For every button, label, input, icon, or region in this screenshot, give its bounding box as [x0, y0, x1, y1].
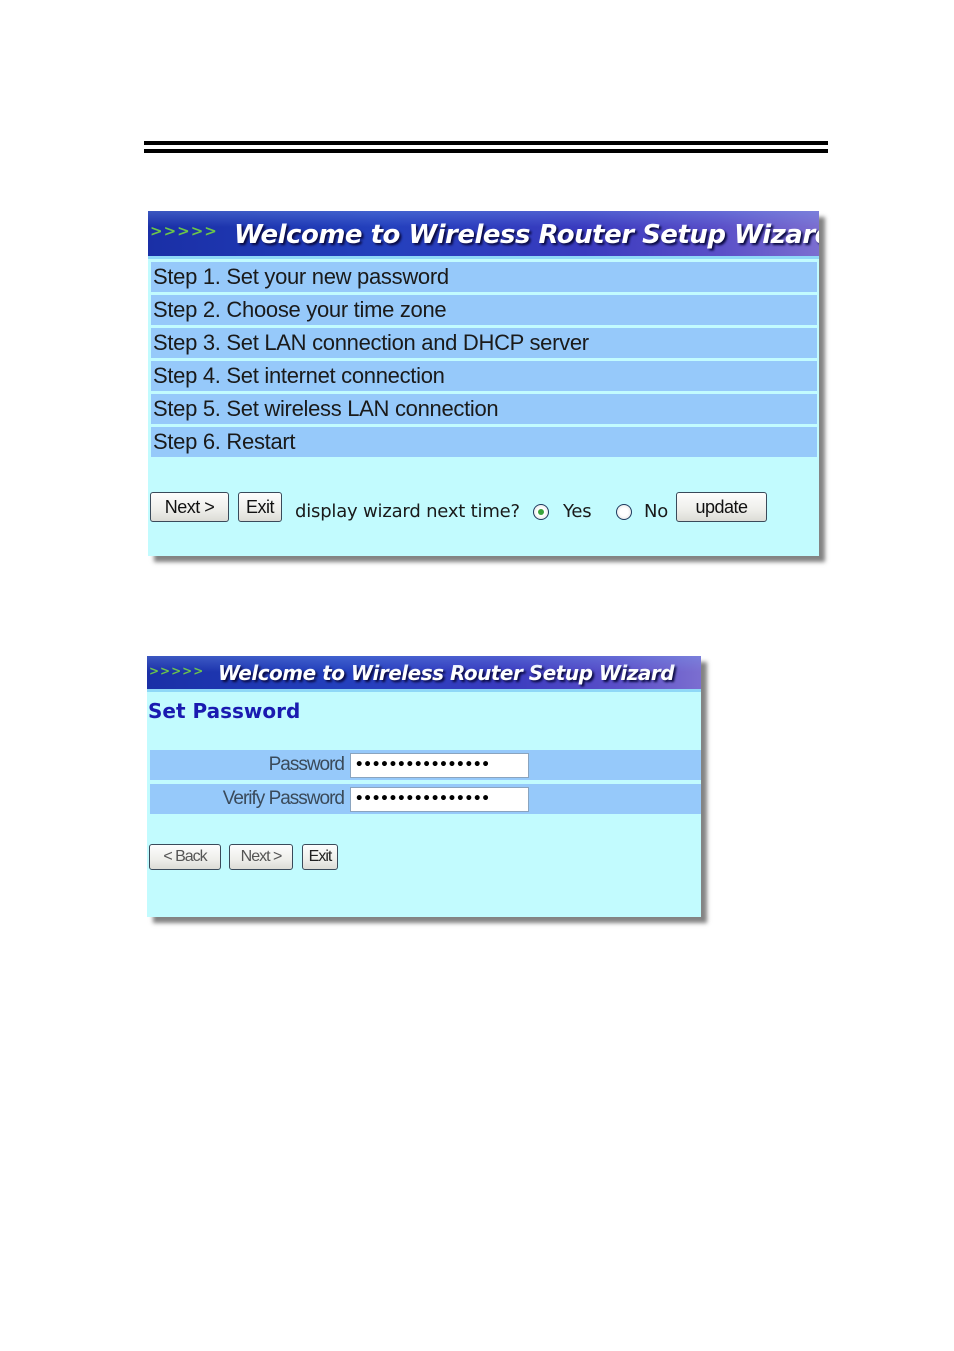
password-wizard-title: Welcome to Wireless Router Setup Wizard — [218, 661, 675, 685]
radio-no[interactable] — [616, 504, 632, 520]
wizard-header-banner: >>>>> Welcome to Wireless Router Setup W… — [148, 211, 819, 259]
chevrons-icon: >>>>> — [149, 664, 205, 678]
verify-password-input[interactable]: •••••••••••••••• — [350, 787, 529, 812]
chevrons-icon: >>>>> — [150, 222, 218, 240]
step-item-2: Step 2. Choose your time zone — [151, 295, 817, 325]
section-title: Set Password — [148, 699, 301, 723]
top-rule — [144, 141, 828, 145]
display-wizard-question: display wizard next time? — [295, 501, 520, 522]
password-header-banner: >>>>> Welcome to Wireless Router Setup W… — [147, 656, 701, 692]
verify-password-row: Verify Password •••••••••••••••• — [150, 784, 701, 814]
exit-button[interactable]: Exit — [238, 492, 282, 522]
step-item-5: Step 5. Set wireless LAN connection — [151, 394, 817, 424]
update-button[interactable]: update — [676, 492, 767, 522]
next-button[interactable]: Next > — [150, 492, 229, 522]
password-label: Password — [268, 754, 345, 775]
step-item-6: Step 6. Restart — [151, 427, 817, 457]
radio-yes-label: Yes — [563, 501, 592, 522]
verify-password-label: Verify Password — [222, 788, 345, 809]
password-row: Password •••••••••••••••• — [150, 750, 701, 780]
step-item-1: Step 1. Set your new password — [151, 262, 817, 292]
step-item-4: Step 4. Set internet connection — [151, 361, 817, 391]
setup-wizard-panel: >>>>> Welcome to Wireless Router Setup W… — [148, 211, 819, 556]
radio-no-label: No — [644, 501, 669, 522]
exit-button[interactable]: Exit — [302, 844, 338, 870]
wizard-controls: Next > Exit display wizard next time? Ye… — [149, 492, 809, 526]
wizard-steps-list: Step 1. Set your new password Step 2. Ch… — [151, 262, 817, 460]
wizard-title: Welcome to Wireless Router Setup Wizard — [234, 220, 819, 250]
top-rule-secondary — [144, 149, 828, 153]
radio-yes[interactable] — [533, 504, 549, 520]
next-button[interactable]: Next > — [229, 844, 293, 870]
set-password-panel: >>>>> Welcome to Wireless Router Setup W… — [147, 656, 701, 917]
password-input[interactable]: •••••••••••••••• — [350, 753, 529, 778]
step-item-3: Step 3. Set LAN connection and DHCP serv… — [151, 328, 817, 358]
back-button[interactable]: < Back — [149, 844, 221, 870]
